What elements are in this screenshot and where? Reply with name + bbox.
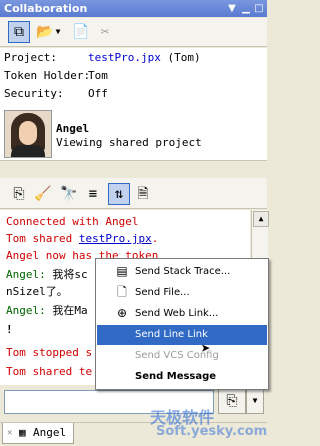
- participant-status: Viewing shared project: [56, 136, 202, 149]
- collaboration-toolbar: ⧉ 📂 ▼ 📄 ✂: [0, 18, 267, 47]
- project-name[interactable]: testPro.jpx: [88, 51, 161, 64]
- close-icon[interactable]: ✕: [7, 423, 12, 443]
- chat-line: Tom shared te: [6, 365, 93, 378]
- project-owner: (Tom): [167, 51, 201, 64]
- send-popup-menu: ▤ Send Stack Trace... 🗋 Send File... ⊕ S…: [95, 258, 269, 390]
- maximize-icon[interactable]: □: [253, 0, 265, 17]
- send-menu-button[interactable]: ⎘: [218, 388, 246, 414]
- add-document-icon[interactable]: 📄: [70, 21, 92, 43]
- view-title-bar: Collaboration ▼ ▁ □: [0, 0, 267, 17]
- chat-line: Connected with Angel: [6, 215, 139, 228]
- chat-line: Tom shared testPro.jpx.: [6, 232, 159, 245]
- send-dropdown-arrow[interactable]: ▼: [246, 388, 264, 414]
- chat-line: nSizel了。: [6, 285, 68, 298]
- chat-line: Angel: 我将sc: [6, 268, 88, 281]
- view-title: Collaboration: [4, 2, 88, 15]
- share-project-icon[interactable]: ⧉: [8, 21, 30, 43]
- dropdown-arrow-icon[interactable]: ▼: [52, 21, 64, 43]
- chat-line: !: [6, 323, 13, 336]
- chat-toolbar: ⎘ 🧹 🔭 ≡ ⇅ 🗎: [0, 178, 267, 209]
- web-link-icon: ⊕: [116, 306, 128, 320]
- document-icon[interactable]: 🗎: [132, 183, 154, 205]
- mouse-cursor-icon: ➤: [201, 339, 211, 358]
- session-info-panel: Project: testPro.jpx (Tom) Token Holder:…: [0, 48, 267, 109]
- token-holder-label: Token Holder:: [4, 69, 91, 82]
- watermark-url: Soft.yesky.com: [156, 424, 268, 439]
- clear-icon[interactable]: 🧹: [32, 183, 54, 205]
- scroll-up-icon[interactable]: ▲: [253, 211, 269, 227]
- chevron-down-icon: ▼: [252, 396, 258, 405]
- participant-name: Angel: [56, 122, 90, 135]
- file-icon: 🗋: [117, 285, 127, 299]
- minimize-icon[interactable]: ▁: [240, 0, 252, 17]
- avatar: [4, 110, 52, 158]
- sort-icon[interactable]: ⇅: [108, 183, 130, 205]
- token-holder-value: Tom: [88, 69, 108, 82]
- find-icon[interactable]: 🔭: [58, 183, 80, 205]
- tab-angel[interactable]: ✕ ▦ Angel: [2, 423, 74, 444]
- project-label: Project:: [4, 51, 57, 64]
- send-vcs-config-item: Send VCS Config: [135, 350, 219, 361]
- panel-separator: [0, 164, 267, 178]
- stack-trace-icon: ▤: [116, 264, 128, 278]
- security-label: Security:: [4, 87, 64, 100]
- chat-line: Tom stopped s: [6, 346, 93, 359]
- disconnect-icon[interactable]: ✂: [94, 21, 116, 43]
- send-stack-trace-item[interactable]: ▤ Send Stack Trace...: [97, 262, 267, 282]
- view-menu-icon[interactable]: ▼: [226, 0, 238, 17]
- shared-project-link[interactable]: testPro.jpx: [79, 232, 152, 245]
- chat-tab-icon: ▦: [19, 426, 26, 439]
- copy-icon[interactable]: ⎘: [8, 183, 30, 205]
- participant-card[interactable]: Angel Viewing shared project: [0, 108, 267, 161]
- tab-label: Angel: [33, 426, 67, 439]
- send-file-item[interactable]: 🗋 Send File...: [97, 283, 267, 303]
- send-line-link-item[interactable]: Send Line Link: [97, 325, 267, 345]
- send-web-link-item[interactable]: ⊕ Send Web Link...: [97, 304, 267, 324]
- chat-line: Angel: 我在Ma: [6, 304, 88, 317]
- security-value: Off: [88, 87, 108, 100]
- send-message-item[interactable]: Send Message: [97, 367, 267, 387]
- send-icon: ⎘: [226, 393, 238, 409]
- filter-icon[interactable]: ≡: [82, 183, 104, 205]
